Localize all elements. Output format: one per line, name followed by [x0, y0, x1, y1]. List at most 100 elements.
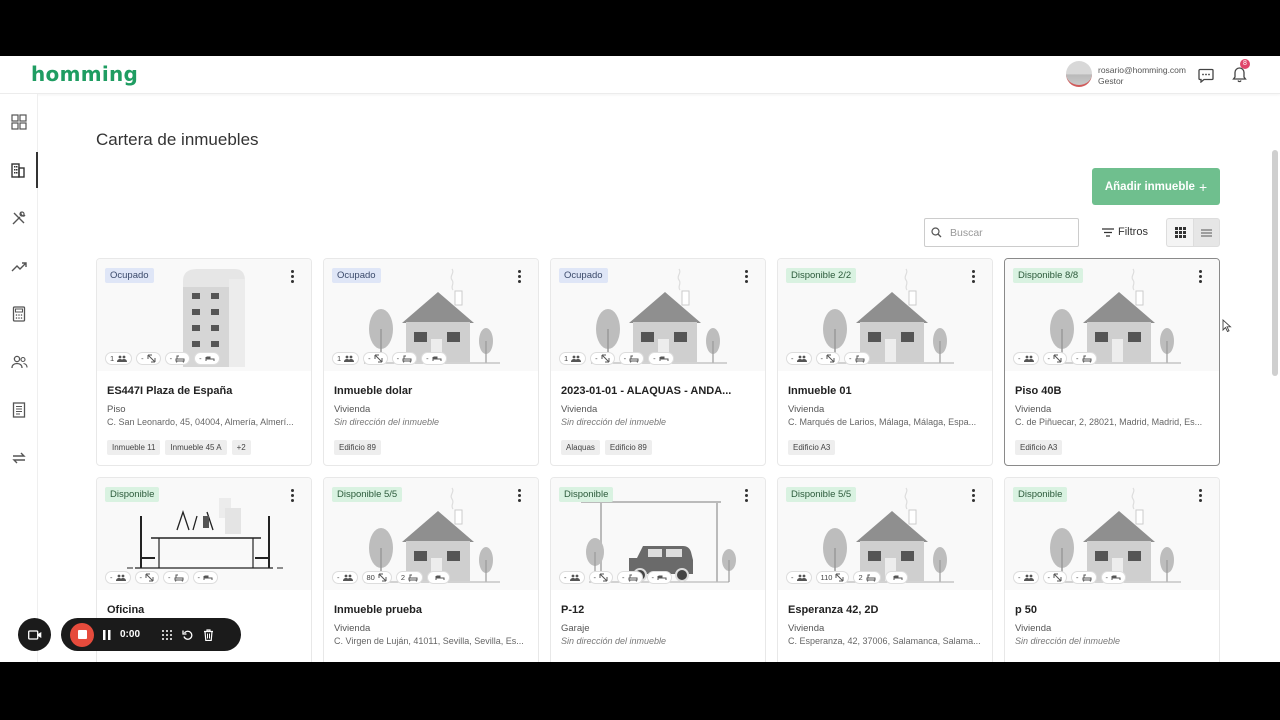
property-type: Vivienda [788, 623, 825, 634]
more-options-icon[interactable] [516, 270, 522, 284]
bed-icon [659, 356, 669, 361]
property-type: Vivienda [561, 404, 598, 415]
feature-chip: - [136, 352, 161, 365]
feature-value: - [141, 354, 144, 363]
dots-grid-icon[interactable] [161, 629, 173, 641]
feature-value: - [139, 573, 143, 582]
feature-chip: 80 [361, 571, 392, 584]
property-tag[interactable]: Edificio 89 [334, 440, 381, 455]
property-name: 2023-01-01 - ALAQUAS - ANDA... [561, 385, 732, 397]
property-card[interactable]: Disponible 5/5 - 110 2 Esperanza 42, 2D Vi… [777, 477, 993, 662]
more-options-icon[interactable] [516, 489, 522, 503]
search-box[interactable] [924, 218, 1079, 247]
property-tag[interactable]: Edificio A3 [1015, 440, 1063, 455]
sidebar-item-documents[interactable] [0, 392, 38, 428]
property-card[interactable]: Ocupado 1 - - - ES447I Plaza de España Piso… [96, 258, 312, 466]
feature-chip: - [1042, 352, 1067, 365]
search-icon [931, 227, 942, 238]
sidebar-item-dashboard[interactable] [0, 104, 38, 140]
top-bar: homming rosario@homming.com Gestor 8 [0, 56, 1280, 94]
sidebar-item-properties[interactable] [0, 152, 38, 188]
restart-icon[interactable] [182, 629, 194, 641]
people-icon [569, 574, 580, 581]
list-view-button[interactable] [1193, 218, 1220, 247]
property-card[interactable]: Ocupado 1 - - - Inmueble dolar Vivienda Sin… [323, 258, 539, 466]
property-card[interactable]: Ocupado 1 - - - 2023-01-01 - ALAQUAS - ANDA… [550, 258, 766, 466]
property-tags: Edificio 89 [334, 440, 381, 455]
status-badge: Disponible 8/8 [1013, 268, 1084, 283]
property-name: p 50 [1015, 604, 1038, 616]
feature-chips: 1 - - - [332, 352, 447, 365]
property-address: C. Virgen de Luján, 41011, Sevilla, Sevi… [334, 636, 524, 646]
property-tag[interactable]: +2 [231, 440, 251, 455]
feature-chip: - [1071, 352, 1097, 365]
user-email[interactable]: rosario@homming.com [1098, 65, 1186, 75]
sidebar-item-transfers[interactable] [0, 440, 38, 476]
page-scrollbar[interactable] [1272, 150, 1278, 376]
feature-value: - [199, 354, 202, 363]
area-icon [826, 354, 835, 363]
avatar[interactable] [1066, 61, 1092, 87]
filters-button[interactable]: Filtros [1102, 226, 1148, 238]
people-icon [344, 355, 355, 362]
property-name: Inmueble 01 [788, 385, 852, 397]
property-tag[interactable]: Edificio A3 [788, 440, 836, 455]
property-card[interactable]: Disponible - - - - p 50 Vivienda Sin direcc… [1004, 477, 1220, 662]
mouse-cursor-icon [1222, 319, 1232, 333]
buildings-icon [11, 163, 25, 178]
more-options-icon[interactable] [1197, 270, 1203, 284]
search-input[interactable] [950, 226, 1060, 239]
filters-label: Filtros [1118, 226, 1148, 238]
property-card[interactable]: Disponible 8/8 - - - Piso 40B Vivienda C. … [1004, 258, 1220, 466]
grid-view-button[interactable] [1166, 218, 1193, 247]
status-badge: Disponible [105, 487, 160, 502]
add-property-button[interactable]: Añadir inmueble + [1092, 168, 1220, 205]
pause-icon[interactable] [103, 629, 111, 640]
property-type: Piso [107, 404, 126, 415]
feature-chip: - [105, 571, 131, 584]
property-address: Sin dirección del inmueble [561, 417, 667, 427]
feature-chip: - [1013, 352, 1039, 365]
property-tag[interactable]: Edificio 89 [604, 440, 652, 455]
people-icon [1023, 574, 1034, 581]
status-badge: Disponible 5/5 [786, 487, 857, 502]
area-icon [599, 573, 608, 582]
feature-value: - [1018, 354, 1021, 363]
sidebar-item-contacts[interactable] [0, 344, 38, 380]
recorder-camera-button[interactable] [18, 618, 51, 651]
trash-icon[interactable] [203, 628, 214, 641]
property-tag[interactable]: Alaquas [561, 440, 600, 455]
people-icon [1023, 355, 1034, 362]
sidebar-item-analytics[interactable] [0, 248, 38, 284]
more-options-icon[interactable] [289, 489, 295, 503]
more-options-icon[interactable] [743, 489, 749, 503]
chat-icon[interactable] [1196, 65, 1216, 85]
more-options-icon[interactable] [289, 270, 295, 284]
property-tag[interactable]: Inmueble 11 [107, 440, 161, 455]
property-type: Vivienda [788, 404, 825, 415]
feature-chip: - [164, 352, 191, 365]
feature-chip: - [192, 571, 218, 584]
feature-chip [884, 571, 908, 584]
property-card[interactable]: Disponible 2/2 --- Inmueble 01 Vivienda … [777, 258, 993, 466]
sidebar-item-accounting[interactable] [0, 296, 38, 332]
stop-recording-button[interactable] [70, 622, 94, 647]
more-options-icon[interactable] [970, 270, 976, 284]
property-card[interactable]: Disponible - - - - P-12 Garaje Sin direcció… [550, 477, 766, 662]
property-tag[interactable]: Inmueble 45 A [165, 440, 227, 455]
bathtub-icon [629, 355, 639, 363]
bed-icon [203, 575, 213, 580]
property-name: Inmueble dolar [334, 385, 413, 397]
status-badge: Ocupado [559, 268, 608, 283]
more-options-icon[interactable] [1197, 489, 1203, 503]
people-icon [117, 355, 128, 362]
area-icon [145, 573, 154, 582]
feature-value: - [791, 354, 794, 363]
feature-chip: - [1071, 571, 1097, 584]
property-tags: Alaquas Edificio 89 [561, 440, 652, 455]
more-options-icon[interactable] [970, 489, 976, 503]
property-card[interactable]: Disponible 5/5 - 80 2 Inmueble prueba Vivi… [323, 477, 539, 662]
sidebar-item-maintenance[interactable] [0, 200, 38, 236]
more-options-icon[interactable] [743, 270, 749, 284]
homming-logo[interactable]: homming [31, 62, 138, 86]
